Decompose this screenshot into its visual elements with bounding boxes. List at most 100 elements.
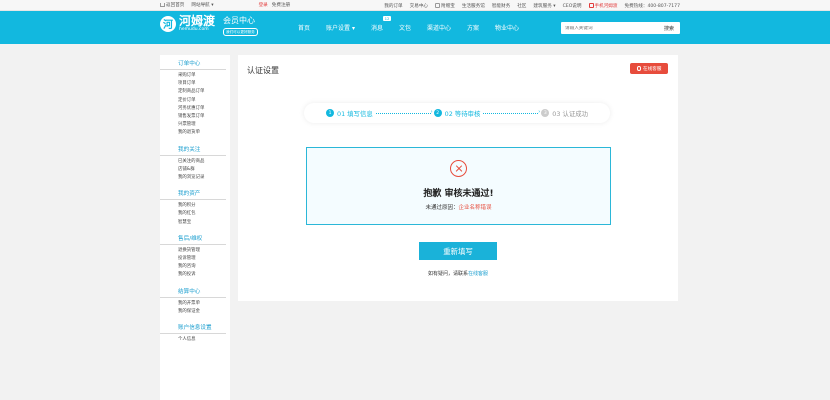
fail-reason-value: 企业名称错误 (458, 205, 492, 211)
sidebar-group-follows: 我的关注 已关注的商品 店铺&群 我的浏览记录 (160, 141, 230, 186)
nav-messages[interactable]: 消息 12 (371, 16, 391, 32)
sidebar-item[interactable]: 我的退货单 (160, 129, 230, 137)
message-count-badge: 12 (383, 16, 391, 21)
mobile-link[interactable]: 手机河姆渡 (588, 2, 617, 9)
main-header: 河 河姆渡 hemudu.com 会员中心 我们可以更好服务 首页 账户设置 ▾… (0, 11, 830, 44)
online-service-button[interactable]: 在线客服 (630, 63, 668, 74)
sites-menu[interactable]: 网站导航 ▾ (191, 2, 213, 8)
fail-reason: 未通过原因：企业名称错误 (307, 203, 610, 211)
sidebar-item[interactable]: 兴票管理 (160, 121, 230, 129)
nav-channel[interactable]: 渠道中心 (427, 23, 451, 32)
top-link-gift[interactable]: 附赠宝 (435, 2, 455, 9)
hotline-text: 免费热线：400-807-7177 (624, 3, 680, 9)
phone-icon (588, 2, 594, 8)
site-logo[interactable]: 河 河姆渡 hemudu.com (160, 15, 215, 32)
sidebar-group-title: 账户信息设置 (160, 319, 226, 335)
main-panel: 认证设置 在线客服 1 01 填写信息 › 2 02 等待审核 › 3 03 认… (238, 55, 678, 301)
step-label: 02 等待审核 (444, 109, 481, 118)
nav-home[interactable]: 首页 (298, 23, 310, 32)
sidebar-item[interactable]: 项目订单 (160, 80, 230, 88)
step-label: 01 填写信息 (337, 109, 373, 118)
sidebar-item[interactable]: 我的开票单 (160, 300, 230, 308)
help-label: 如有疑问，请联系 (427, 271, 468, 277)
sidebar-item[interactable]: 我的咨询 (160, 263, 230, 271)
back-home-link[interactable]: 返回首页 (160, 2, 184, 8)
top-link-life[interactable]: 生活服务馆 (462, 3, 485, 9)
help-text: 如有疑问，请联系在线客服 (238, 270, 678, 277)
error-circle-icon (450, 160, 467, 177)
sidebar-item[interactable]: 销售发票订单 (160, 113, 230, 121)
logo-name: 河姆渡 (179, 14, 216, 28)
sidebar-item[interactable]: 定价订单 (160, 97, 230, 105)
online-service-label: 在线客服 (643, 66, 662, 72)
top-link-orders[interactable]: 我的订单 (384, 3, 402, 9)
top-link-community[interactable]: 社区 (517, 3, 526, 9)
sidebar-item[interactable]: 我的红包 (160, 210, 230, 218)
page-title: 认证设置 (247, 66, 279, 75)
headset-icon (636, 66, 642, 71)
register-link[interactable]: 免费注册 (272, 2, 290, 8)
sidebar-item[interactable]: 店铺&群 (160, 166, 230, 174)
search-input[interactable] (561, 25, 658, 31)
sidebar-group-aftersale: 售后/维权 退换货管理 投诉管理 我的咨询 我的投诉 (160, 230, 230, 283)
sidebar-group-orders: 订单中心 采购订单 项目订单 定制商品订单 定价订单 河务优惠订单 销售发票订单… (160, 55, 230, 141)
sidebar-group-title: 订单中心 (160, 55, 226, 70)
step-number: 3 (541, 109, 550, 117)
sidebar-item[interactable]: 投诉管理 (160, 255, 230, 263)
sidebar-item[interactable]: 我的保证金 (160, 308, 230, 316)
sidebar-group-account: 账户信息设置 个人信息 (160, 319, 230, 347)
sidebar-group-title: 结算中心 (160, 283, 226, 298)
step-connector: › (375, 109, 433, 115)
sidebar-item[interactable]: 已关注的商品 (160, 158, 230, 166)
top-link-building[interactable]: 建筑服务 ▾ (533, 3, 555, 9)
sidebar-item[interactable]: 河务优惠订单 (160, 105, 230, 113)
sidebar-item[interactable]: 我的积分 (160, 202, 230, 210)
nav-account[interactable]: 账户设置 ▾ (326, 23, 355, 32)
sidebar-group-assets: 我的资产 我的积分 我的红包 智慧宝 (160, 185, 230, 230)
nav-property[interactable]: 物业中心 (495, 23, 519, 32)
arrow-right-icon: › (538, 109, 541, 115)
nav-package[interactable]: 文包 (399, 23, 411, 32)
home-icon (160, 2, 165, 7)
step-label: 03 认证成功 (552, 109, 589, 118)
sidebar-group-title: 我的资产 (160, 185, 226, 201)
refill-button[interactable]: 重新填写 (419, 242, 497, 260)
progress-steps: 1 01 填写信息 › 2 02 等待审核 › 3 03 认证成功 (304, 103, 610, 123)
help-service-link[interactable]: 在线客服 (468, 271, 488, 277)
sidebar-group-title: 售后/维权 (160, 230, 226, 245)
sidebar-item[interactable]: 定制商品订单 (160, 88, 230, 96)
logo-icon: 河 (160, 15, 176, 32)
top-link-finance[interactable]: 智能财务 (492, 3, 510, 9)
login-link[interactable]: 登录 (259, 2, 268, 8)
top-link-trade[interactable]: 交易中心 (410, 3, 428, 9)
nav-solution[interactable]: 方案 (467, 23, 479, 32)
sidebar-group-title: 我的关注 (160, 141, 226, 156)
arrow-right-icon: › (430, 109, 433, 115)
step-success: 3 03 认证成功 (541, 109, 588, 118)
sidebar: 订单中心 采购订单 项目订单 定制商品订单 定价订单 河务优惠订单 销售发票订单… (160, 55, 230, 400)
member-center-title: 会员中心 我们可以更好服务 (223, 16, 258, 36)
sidebar-item[interactable]: 个人信息 (160, 336, 230, 344)
step-connector: › (483, 109, 541, 115)
search-bar: 搜索 (561, 22, 680, 34)
sidebar-item[interactable]: 智慧宝 (160, 219, 230, 227)
member-tag: 我们可以更好服务 (223, 28, 258, 36)
sidebar-item[interactable]: 采购订单 (160, 72, 230, 80)
sidebar-group-settlement: 结算中心 我的开票单 我的保证金 (160, 283, 230, 319)
sidebar-item[interactable]: 我的浏览记录 (160, 174, 230, 182)
sidebar-item[interactable]: 我的投诉 (160, 271, 230, 279)
fail-reason-label: 未通过原因： (425, 205, 459, 211)
search-button[interactable]: 搜索 (658, 25, 680, 32)
review-result-box: 抱歉 审核未通过! 未通过原因：企业名称错误 (306, 147, 611, 225)
step-number: 2 (433, 109, 442, 117)
gift-icon (435, 2, 441, 8)
step-fill-info: 1 01 填写信息 (326, 109, 373, 118)
top-utility-bar: 返回首页 网站导航 ▾ 登录 免费注册 我的订单 交易中心 附赠宝 生活服务馆 … (0, 0, 830, 11)
top-link-ceo[interactable]: CEO说明 (563, 3, 582, 9)
step-review: 2 02 等待审核 (433, 109, 481, 118)
sidebar-item[interactable]: 退换货管理 (160, 247, 230, 255)
fail-title: 抱歉 审核未通过! (423, 189, 494, 199)
step-number: 1 (326, 109, 334, 117)
member-title: 会员中心 (223, 16, 255, 25)
main-nav: 首页 账户设置 ▾ 消息 12 文包 渠道中心 方案 物业中心 (298, 11, 519, 44)
